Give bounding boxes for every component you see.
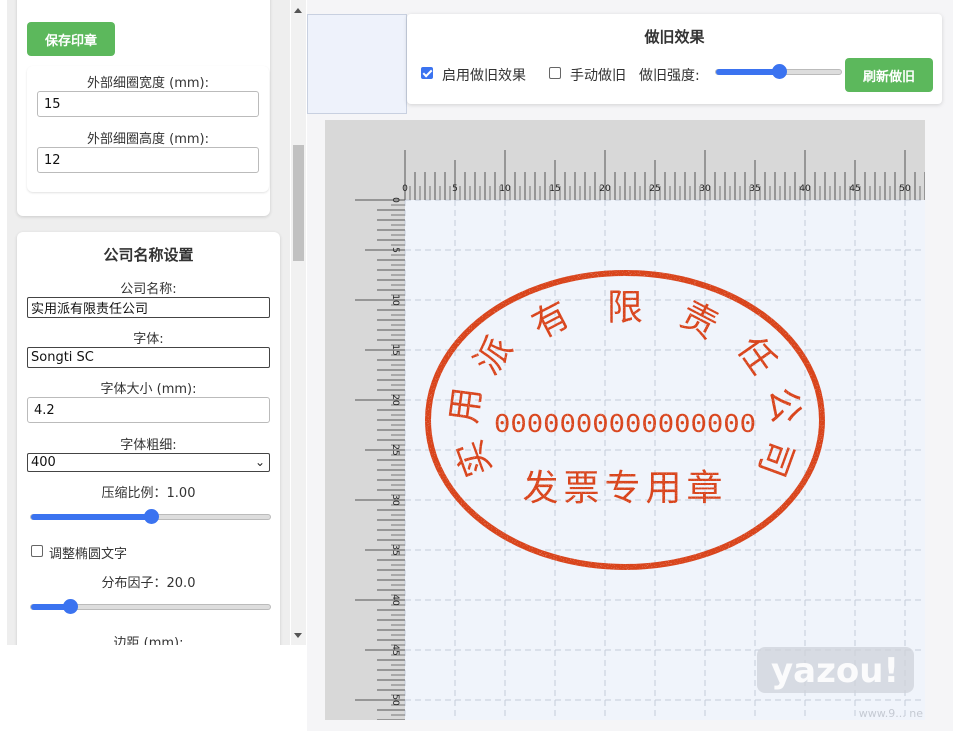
manual-aging-checkbox[interactable] (549, 67, 561, 79)
refresh-aging-button[interactable]: 刷新做旧 (845, 58, 933, 92)
left-ruler-label: 10 (390, 294, 400, 306)
top-ruler-label: 0 (402, 184, 408, 194)
outer-height-input[interactable]: 12 (37, 147, 259, 173)
top-ruler-label: 45 (849, 184, 860, 194)
stamp-arc-char: 公 (761, 385, 806, 426)
company-name-label: 公司名称: (120, 282, 177, 297)
scrollbar-thumb[interactable] (293, 145, 304, 261)
left-ruler-label: 15 (390, 344, 400, 355)
top-ruler-label: 30 (699, 184, 711, 194)
left-ruler-label: 50 (390, 694, 400, 706)
stamp-canvas: 0 5 10 15 20 25 30 35 40 45 50 0 5 10 15 20 25 30 35 40 45 50… (325, 120, 925, 720)
aging-effect-panel: 做旧效果 启用做旧效果 手动做旧 做旧强度: 刷新做旧 (407, 14, 942, 104)
aging-strength-label: 做旧强度: (639, 68, 700, 84)
adjust-ellipse-label: 调整椭圆文字 (49, 547, 128, 562)
save-stamp-button[interactable]: 保存印章 (27, 22, 115, 56)
scroll-down-icon[interactable] (294, 633, 302, 638)
company-name-input[interactable]: 实用派有限责任公司 (27, 297, 270, 318)
left-ruler-label: 25 (390, 444, 400, 455)
outer-ring-subcard: 外部细圈宽度 (mm): 15 外部细圈高度 (mm): 12 (27, 66, 269, 192)
distribution-slider[interactable] (30, 599, 271, 614)
left-ruler-label: 5 (390, 247, 400, 253)
margin-label: 边距 (mm): (113, 636, 184, 645)
outer-height-label: 外部细圈高度 (mm): (87, 132, 209, 147)
top-ruler-label: 5 (452, 184, 458, 194)
font-weight-label: 字体粗细: (120, 438, 177, 453)
watermark-text: yazou! (771, 651, 899, 691)
font-label: 字体: (133, 332, 164, 347)
top-ruler-label: 50 (899, 184, 911, 194)
left-ruler-label: 45 (390, 644, 400, 655)
manual-aging-label: 手动做旧 (570, 68, 626, 84)
aging-strength-slider-fill (716, 69, 779, 75)
font-weight-value: 400 (31, 455, 56, 470)
aging-strength-slider-thumb[interactable] (772, 64, 787, 79)
settings-panel: 保存印章 外部细圈宽度 (mm): 15 外部细圈高度 (mm): 12 公司名… (7, 0, 290, 645)
left-ruler-label: 30 (390, 494, 400, 506)
top-ruler-label: 35 (749, 184, 760, 194)
stamp-arc-char: 用 (444, 385, 489, 426)
distribution-label: 分布因子：20.0 (101, 576, 196, 591)
stamp-number: 0000000000000000 (494, 409, 756, 438)
compress-slider[interactable] (30, 509, 271, 524)
top-ruler-label: 25 (649, 184, 660, 194)
aging-effect-title: 做旧效果 (644, 28, 705, 46)
font-weight-select[interactable]: 400 ⌄ (27, 453, 270, 472)
stamp-arc-char: 限 (607, 288, 643, 329)
compress-slider-thumb[interactable] (144, 509, 159, 524)
font-input[interactable]: Songti SC (27, 347, 270, 368)
stamp-bottom-text: 发票专用章 (522, 468, 727, 509)
enable-aging-checkbox[interactable] (421, 67, 433, 79)
watermark-corner-text: www.9... ne (859, 707, 923, 720)
top-ruler-label: 10 (499, 184, 511, 194)
left-ruler-label: 0 (390, 197, 400, 203)
left-ruler-label: 20 (390, 394, 400, 406)
preview-area: 做旧效果 启用做旧效果 手动做旧 做旧强度: 刷新做旧 0 5 10 15 20… (307, 0, 953, 731)
preview-thumbnail (307, 14, 407, 114)
compress-label: 压缩比例：1.00 (101, 486, 196, 501)
outer-ring-card: 保存印章 外部细圈宽度 (mm): 15 外部细圈高度 (mm): 12 (17, 0, 270, 216)
chevron-down-icon: ⌄ (254, 455, 265, 469)
top-ruler-label: 40 (799, 184, 811, 194)
font-size-label: 字体大小 (mm): (100, 382, 197, 397)
scroll-up-icon[interactable] (294, 8, 302, 13)
compress-slider-fill (31, 514, 151, 520)
font-size-input[interactable]: 4.2 (27, 397, 270, 423)
distribution-slider-thumb[interactable] (62, 599, 78, 614)
left-ruler-label: 40 (390, 594, 400, 606)
stamp-canvas-svg: 0 5 10 15 20 25 30 35 40 45 50 0 5 10 15 20 25 30 35 40 45 50… (325, 120, 925, 720)
company-name-card: 公司名称设置 公司名称: 实用派有限责任公司 字体: Songti SC 字体大… (17, 232, 280, 645)
adjust-ellipse-checkbox[interactable] (31, 545, 43, 557)
aging-strength-slider[interactable] (715, 64, 842, 79)
outer-width-input[interactable]: 15 (37, 91, 259, 117)
enable-aging-label: 启用做旧效果 (442, 68, 526, 84)
left-ruler-label: 35 (390, 544, 400, 555)
outer-width-label: 外部细圈宽度 (mm): (87, 76, 209, 91)
top-ruler-label: 15 (549, 184, 560, 194)
top-ruler-label: 20 (599, 184, 611, 194)
left-panel-scrollbar[interactable] (291, 0, 306, 645)
company-section-title: 公司名称设置 (103, 246, 194, 264)
